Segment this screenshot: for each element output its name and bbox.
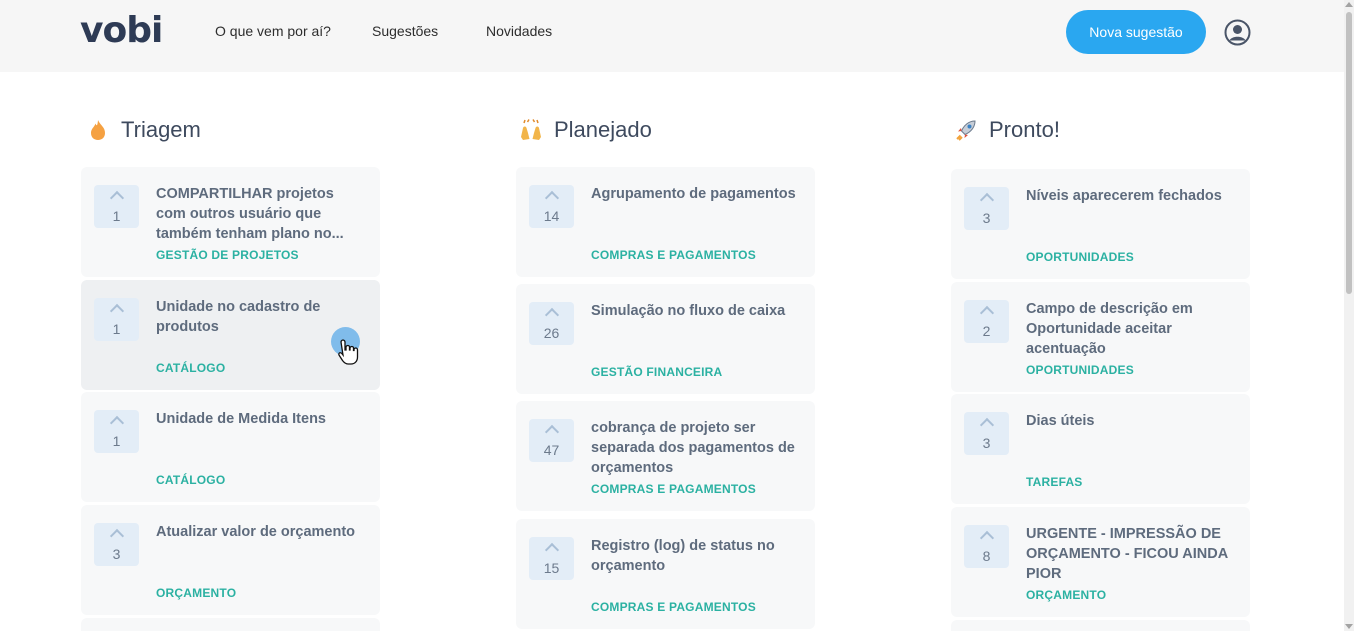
upvote-button[interactable]: 8 (964, 525, 1009, 568)
suggestion-card[interactable]: 1 Unidade de Medida Itens CATÁLOGO (81, 392, 380, 502)
flame-icon (91, 120, 105, 140)
card-category[interactable]: COMPRAS E PAGAMENTOS (591, 482, 756, 496)
upvote-button[interactable]: 14 (529, 185, 574, 228)
upvote-button[interactable]: 3 (964, 187, 1009, 230)
chevron-up-icon (544, 424, 559, 440)
upvote-button[interactable]: 1 (94, 410, 139, 453)
vote-count: 15 (543, 560, 560, 576)
vote-count: 8 (982, 548, 991, 564)
vote-count: 3 (112, 546, 121, 562)
chevron-up-icon (544, 542, 559, 558)
card-title: Dias úteis (1026, 413, 1095, 429)
raised-hands-icon (521, 119, 541, 140)
suggestion-card[interactable]: 26 Simulação no fluxo de caixa GESTÃO FI… (516, 284, 815, 394)
card-category[interactable]: ORÇAMENTO (156, 586, 236, 600)
column-title-text: Triagem (121, 117, 201, 142)
column-title-planejado: Planejado (518, 117, 652, 143)
suggestion-card[interactable]: 47 cobrança de projeto ser separada dos … (516, 401, 815, 511)
card-category[interactable]: COMPRAS E PAGAMENTOS (591, 600, 756, 614)
upvote-button[interactable]: 2 (964, 300, 1009, 343)
nav-suggestions-link[interactable]: Sugestões (372, 23, 438, 39)
user-avatar-icon[interactable] (1224, 19, 1251, 46)
hand-cursor-icon (338, 339, 359, 365)
chevron-up-icon (979, 417, 994, 433)
suggestion-card[interactable]: 3 Dias úteis TAREFAS (951, 394, 1250, 504)
card-category[interactable]: GESTÃO DE PROJETOS (156, 248, 299, 262)
card-category[interactable]: OPORTUNIDADES (1026, 250, 1134, 264)
vote-count: 47 (543, 442, 560, 458)
card-title: Agrupamento de pagamentos (591, 186, 796, 202)
upvote-button[interactable]: 1 (94, 298, 139, 341)
column-title-pronto: Pronto! (953, 117, 1060, 143)
vote-count: 2 (982, 323, 991, 339)
nav-roadmap-link[interactable]: O que vem por aí? (215, 23, 331, 39)
card-title: Campo de descrição em Oportunidade aceit… (1026, 301, 1193, 357)
suggestion-card[interactable]: 15 Registro (log) de status no orçamento… (516, 519, 815, 629)
upvote-button[interactable]: 3 (94, 523, 139, 566)
vote-count: 3 (982, 435, 991, 451)
suggestion-card[interactable]: 14 Agrupamento de pagamentos COMPRAS E P… (516, 167, 815, 277)
card-title: COMPARTILHAR projetos com outros usuário… (156, 186, 344, 242)
vote-count: 3 (982, 210, 991, 226)
card-title: Registro (log) de status no orçamento (591, 538, 775, 574)
chevron-up-icon (109, 415, 124, 431)
card-category[interactable]: TAREFAS (1026, 475, 1083, 489)
card-title: URGENTE - IMPRESSÃO DE ORÇAMENTO - FICOU… (1026, 526, 1228, 582)
card-title: cobrança de projeto ser separada dos pag… (591, 420, 795, 476)
upvote-button[interactable]: 15 (529, 537, 574, 580)
rocket-icon (956, 120, 976, 141)
suggestion-card[interactable]: 1 COMPARTILHAR projetos com outros usuár… (81, 167, 380, 277)
chevron-up-icon (544, 307, 559, 323)
chevron-up-icon (979, 305, 994, 321)
suggestion-card[interactable]: 3 Níveis aparecerem fechados OPORTUNIDAD… (951, 169, 1250, 279)
scroll-up-arrow-icon[interactable] (1345, 2, 1353, 7)
chevron-up-icon (979, 192, 994, 208)
chevron-up-icon (109, 528, 124, 544)
suggestion-card[interactable]: 8 URGENTE - IMPRESSÃO DE ORÇAMENTO - FIC… (951, 507, 1250, 617)
scroll-thumb[interactable] (1346, 12, 1352, 294)
chevron-up-icon (109, 303, 124, 319)
suggestion-card-partial[interactable] (951, 620, 1250, 631)
card-category[interactable]: GESTÃO FINANCEIRA (591, 365, 722, 379)
card-title: Unidade no cadastro de produtos (156, 299, 321, 335)
chevron-up-icon (109, 190, 124, 206)
card-category[interactable]: CATÁLOGO (156, 361, 225, 375)
vote-count: 14 (543, 208, 560, 224)
card-title: Simulação no fluxo de caixa (591, 303, 786, 319)
vote-count: 1 (112, 433, 121, 449)
upvote-button[interactable]: 47 (529, 419, 574, 462)
chevron-up-icon (544, 190, 559, 206)
upvote-button[interactable]: 1 (94, 185, 139, 228)
card-category[interactable]: CATÁLOGO (156, 473, 225, 487)
card-title: Níveis aparecerem fechados (1026, 188, 1222, 204)
vote-count: 1 (112, 321, 121, 337)
suggestion-card-partial[interactable] (81, 618, 380, 631)
new-suggestion-button[interactable]: Nova sugestão (1066, 10, 1206, 54)
suggestion-card[interactable]: 3 Atualizar valor de orçamento ORÇAMENTO (81, 505, 380, 615)
vote-count: 1 (112, 208, 121, 224)
vote-count: 26 (543, 325, 560, 341)
upvote-button[interactable]: 26 (529, 302, 574, 345)
column-title-triagem: Triagem (85, 117, 201, 143)
scroll-down-arrow-icon[interactable] (1345, 624, 1353, 629)
suggestion-card[interactable]: 2 Campo de descrição em Oportunidade ace… (951, 282, 1250, 392)
page-scrollbar[interactable] (1344, 0, 1354, 631)
card-title: Atualizar valor de orçamento (156, 524, 356, 540)
column-title-text: Pronto! (989, 117, 1060, 142)
chevron-up-icon (979, 530, 994, 546)
card-category[interactable]: OPORTUNIDADES (1026, 363, 1134, 377)
top-header: vobi O que vem por aí? Sugestões Novidad… (0, 0, 1344, 72)
column-title-text: Planejado (554, 117, 652, 142)
card-category[interactable]: ORÇAMENTO (1026, 588, 1106, 602)
vobi-logo[interactable]: vobi (80, 10, 163, 51)
upvote-button[interactable]: 3 (964, 412, 1009, 455)
card-category[interactable]: COMPRAS E PAGAMENTOS (591, 248, 756, 262)
card-title: Unidade de Medida Itens (156, 411, 326, 427)
nav-news-link[interactable]: Novidades (486, 23, 552, 39)
